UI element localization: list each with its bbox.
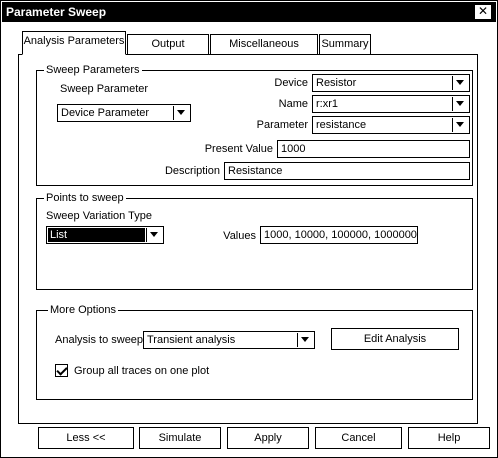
dialog-title: Parameter Sweep bbox=[2, 2, 496, 22]
variation-type-dropdown[interactable]: List bbox=[46, 226, 164, 244]
variation-type-label: Sweep Variation Type bbox=[46, 210, 152, 222]
name-dropdown[interactable]: r:xr1 bbox=[312, 95, 470, 113]
parameter-dropdown[interactable]: resistance bbox=[312, 116, 470, 134]
help-button[interactable]: Help bbox=[408, 427, 490, 449]
apply-button[interactable]: Apply bbox=[227, 427, 309, 449]
points-to-sweep-legend: Points to sweep bbox=[44, 192, 126, 204]
more-options-group bbox=[36, 310, 473, 400]
device-label: Device bbox=[274, 77, 308, 89]
name-label: Name bbox=[278, 98, 308, 110]
variation-type-value: List bbox=[48, 228, 145, 242]
values-field[interactable]: 1000, 10000, 100000, 1000000 bbox=[260, 226, 418, 244]
parameter-value: resistance bbox=[316, 119, 367, 131]
sweep-parameter-value: Device Parameter bbox=[61, 107, 150, 119]
name-value: r:xr1 bbox=[316, 98, 338, 110]
parameter-label: Parameter bbox=[256, 119, 308, 131]
description-field[interactable]: Resistance bbox=[224, 162, 470, 180]
values-label: Values bbox=[223, 230, 256, 242]
edit-analysis-button[interactable]: Edit Analysis bbox=[331, 328, 459, 350]
chevron-down-icon bbox=[452, 97, 468, 111]
description-text: Resistance bbox=[228, 165, 283, 177]
tab-analysis-parameters[interactable]: Analysis Parameters bbox=[22, 31, 126, 55]
sweep-parameter-dropdown[interactable]: Device Parameter bbox=[57, 104, 191, 122]
description-label: Description bbox=[164, 165, 220, 177]
chevron-down-icon bbox=[173, 106, 189, 120]
close-icon[interactable]: ✕ bbox=[474, 4, 492, 20]
sweep-parameters-legend: Sweep Parameters bbox=[44, 64, 142, 76]
analysis-value: Transient analysis bbox=[147, 334, 236, 346]
tab-output-variables[interactable]: Output variables bbox=[127, 34, 209, 68]
chevron-down-icon bbox=[452, 118, 468, 132]
simulate-button[interactable]: Simulate bbox=[139, 427, 221, 449]
more-options-legend: More Options bbox=[48, 304, 119, 316]
present-value-field[interactable]: 1000 bbox=[277, 140, 470, 158]
analysis-dropdown[interactable]: Transient analysis bbox=[143, 331, 315, 349]
analysis-to-sweep-label: Analysis to sweep bbox=[55, 334, 144, 346]
group-traces-checkbox[interactable] bbox=[55, 364, 68, 377]
tab-miscellaneous-options[interactable]: Miscellaneous Options bbox=[210, 34, 318, 68]
group-traces-label: Group all traces on one plot bbox=[74, 365, 210, 377]
sweep-parameter-label: Sweep Parameter bbox=[60, 83, 149, 95]
device-dropdown[interactable]: Resistor bbox=[312, 74, 470, 92]
chevron-down-icon bbox=[146, 228, 162, 242]
cancel-button[interactable]: Cancel bbox=[315, 427, 402, 449]
present-value-label: Present Value bbox=[204, 143, 273, 155]
present-value-text: 1000 bbox=[281, 143, 306, 155]
tab-summary[interactable]: Summary bbox=[319, 34, 371, 54]
chevron-down-icon bbox=[452, 76, 468, 90]
device-value: Resistor bbox=[316, 77, 357, 89]
less-button[interactable]: Less << bbox=[38, 427, 134, 449]
values-text: 1000, 10000, 100000, 1000000 bbox=[264, 229, 417, 241]
chevron-down-icon bbox=[297, 333, 313, 347]
